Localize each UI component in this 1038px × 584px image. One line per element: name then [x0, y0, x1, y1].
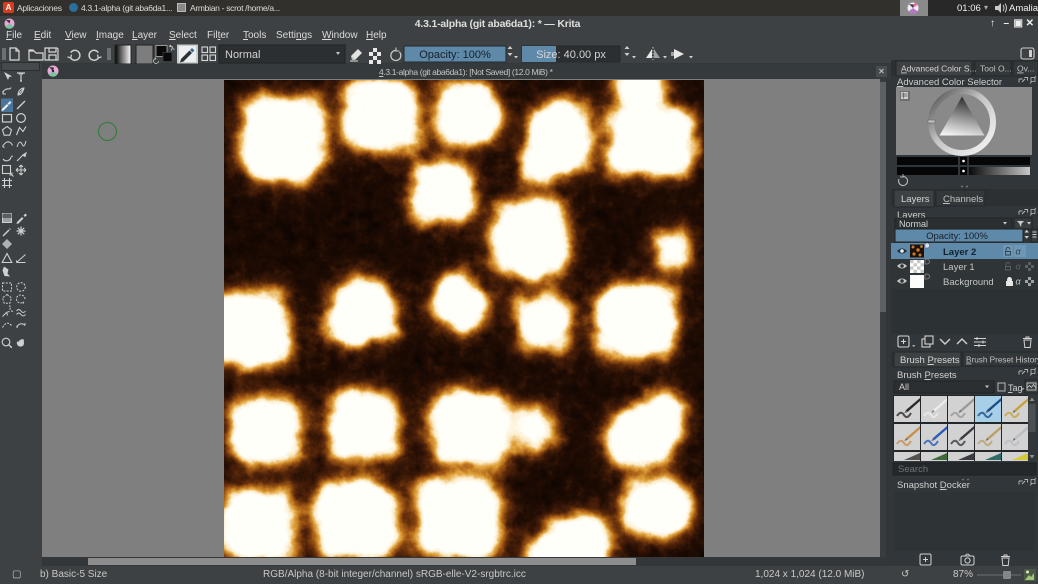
svg-text:Tool O...: Tool O... [980, 64, 1012, 74]
svg-text:All: All [899, 382, 909, 392]
svg-text:Layer 1: Layer 1 [943, 262, 975, 273]
svg-text:Advanced Color Selector: Advanced Color Selector [897, 77, 1002, 88]
svg-text:α: α [1016, 262, 1022, 272]
svg-text:Tag: Tag [1008, 383, 1023, 393]
svg-text:Background: Background [943, 277, 994, 288]
svg-text:Size: 40.00 px: Size: 40.00 px [536, 49, 606, 61]
svg-text:Ov...: Ov... [1017, 64, 1034, 74]
svg-text:Opacity: 100%: Opacity: 100% [419, 49, 491, 61]
svg-text:Brush Presets: Brush Presets [897, 370, 957, 381]
svg-text:α: α [1016, 277, 1022, 287]
svg-text:Snapshot Docker: Snapshot Docker [897, 480, 970, 491]
svg-text:Advanced Color S...: Advanced Color S... [901, 64, 977, 74]
svg-text:α: α [1016, 247, 1022, 257]
svg-text:Layer 2: Layer 2 [943, 247, 976, 258]
svg-text:Opacity: 100%: Opacity: 100% [926, 231, 988, 242]
svg-text:Layers: Layers [901, 194, 930, 205]
svg-text:Brush Preset History: Brush Preset History [966, 356, 1038, 365]
svg-text:Channels: Channels [943, 194, 983, 205]
svg-text:Normal: Normal [899, 219, 928, 229]
svg-text:Brush Presets: Brush Presets [900, 355, 960, 366]
svg-text:Normal: Normal [225, 49, 260, 61]
svg-text:Search: Search [898, 464, 928, 475]
